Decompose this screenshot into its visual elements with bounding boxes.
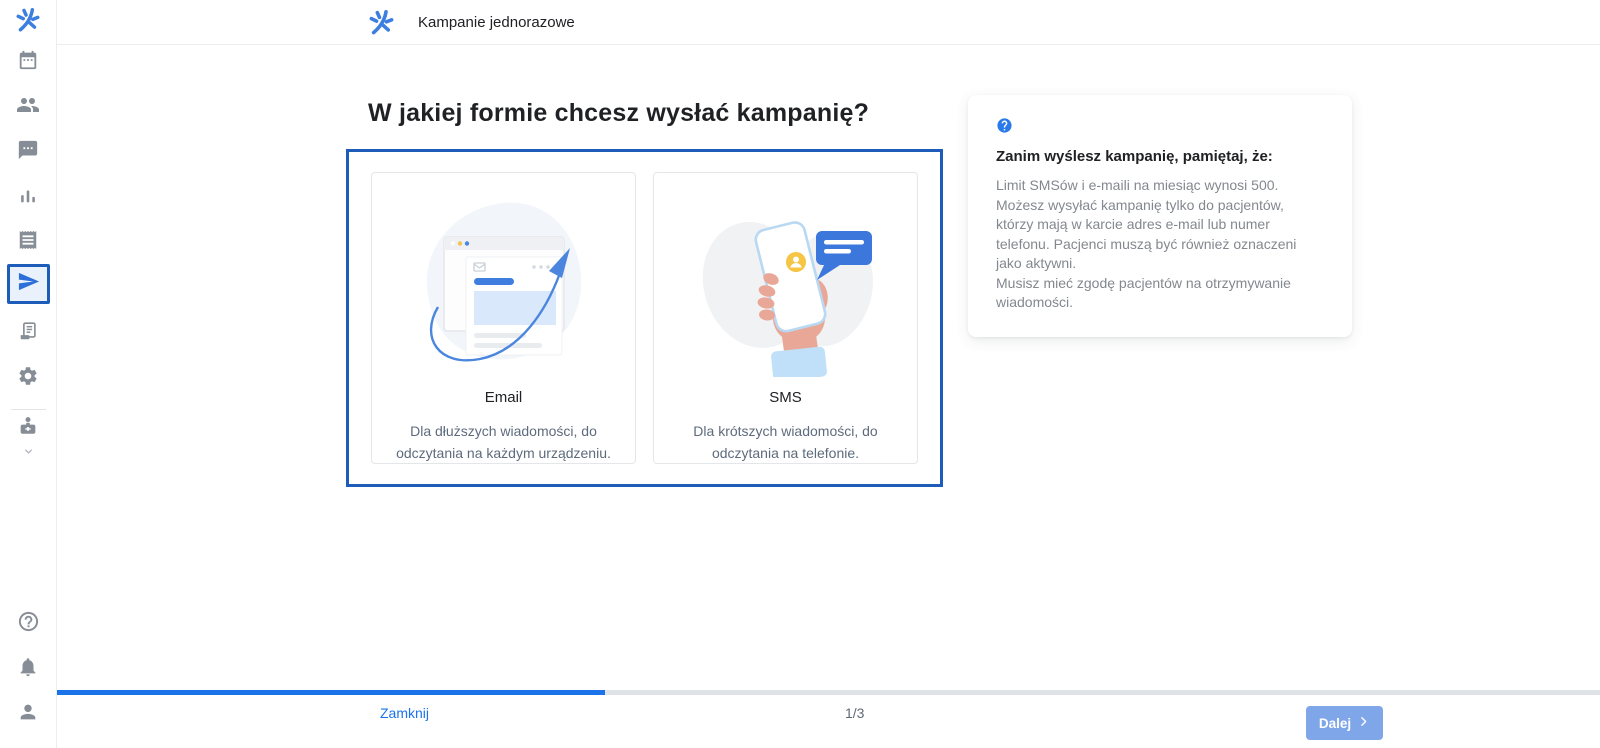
sidebar-item-patients[interactable] — [0, 85, 56, 125]
person-icon — [17, 701, 39, 723]
people-icon — [16, 93, 40, 117]
option-card-sms[interactable]: SMS Dla krótszych wiadomości, do odczyta… — [653, 172, 918, 464]
option-description: Dla dłuższych wiadomości, do odczytania … — [396, 423, 611, 461]
sidebar-item-calendar[interactable] — [0, 40, 56, 80]
chevron-down-icon — [23, 444, 34, 462]
sidebar-divider — [11, 409, 46, 410]
app-logo[interactable] — [0, 0, 56, 44]
info-line: Możesz wysyłać kampanię tylko do pacjent… — [996, 196, 1297, 272]
sidebar-item-help[interactable] — [0, 601, 56, 641]
bar-chart-icon — [17, 185, 39, 207]
gear-icon — [17, 365, 39, 387]
page-title: Kampanie jednorazowe — [418, 14, 575, 31]
sidebar-item-statistics[interactable] — [0, 176, 56, 216]
sidebar-item-account[interactable] — [0, 692, 56, 732]
option-title: Email — [484, 389, 523, 406]
sidebar-item-staff[interactable] — [0, 415, 56, 462]
next-button-label: Dalej — [1318, 715, 1352, 731]
help-circle-icon — [996, 118, 1013, 138]
option-group: Email Dla dłuższych wiadomości, do odczy… — [346, 149, 943, 487]
sidebar-item-notifications[interactable] — [0, 647, 56, 687]
sidebar-item-messages[interactable] — [0, 130, 56, 170]
info-line: Musisz mieć zgodę pacjentów na otrzymywa… — [996, 274, 1291, 311]
chevron-right-icon — [1357, 715, 1370, 731]
main-heading: W jakiej formie chcesz wysłać kampanię? — [368, 99, 870, 127]
info-line: Limit SMSów i e-maili na miesiąc wynosi … — [996, 177, 1279, 193]
sms-illustration — [686, 187, 886, 382]
email-illustration — [404, 187, 604, 377]
help-icon — [17, 610, 40, 633]
progress-fill — [57, 690, 605, 695]
progress-bar — [57, 690, 1600, 695]
option-card-email[interactable]: Email Dla dłuższych wiadomości, do odczy… — [371, 172, 636, 464]
calendar-icon — [17, 49, 39, 71]
info-panel: Zanim wyślesz kampanię, pamiętaj, że: Li… — [968, 95, 1352, 337]
sidebar — [0, 0, 57, 748]
close-button[interactable]: Zamknij — [380, 705, 429, 721]
send-icon — [17, 270, 40, 298]
sidebar-item-records[interactable] — [0, 220, 56, 260]
doctor-icon — [17, 415, 39, 442]
option-title: SMS — [769, 389, 802, 406]
next-button[interactable]: Dalej — [1306, 706, 1383, 740]
terminal-icon — [17, 320, 39, 342]
app-window: Kampanie jednorazowe W jakiej formie chc… — [0, 0, 1600, 748]
chat-icon — [17, 139, 39, 161]
receipt-icon — [17, 229, 39, 251]
brand-asterisk-icon — [15, 7, 41, 38]
sidebar-item-terminal[interactable] — [0, 311, 56, 351]
bell-icon — [17, 656, 39, 678]
step-indicator: 1/3 — [845, 705, 865, 721]
page-header: Kampanie jednorazowe — [57, 0, 1600, 45]
info-title: Zanim wyślesz kampanię, pamiętaj, że: — [996, 148, 1273, 165]
sidebar-item-campaigns[interactable] — [7, 264, 50, 304]
campaign-logo-icon — [368, 9, 395, 41]
sidebar-item-settings[interactable] — [0, 356, 56, 396]
option-description: Dla krótszych wiadomości, do odczytania … — [693, 423, 878, 461]
